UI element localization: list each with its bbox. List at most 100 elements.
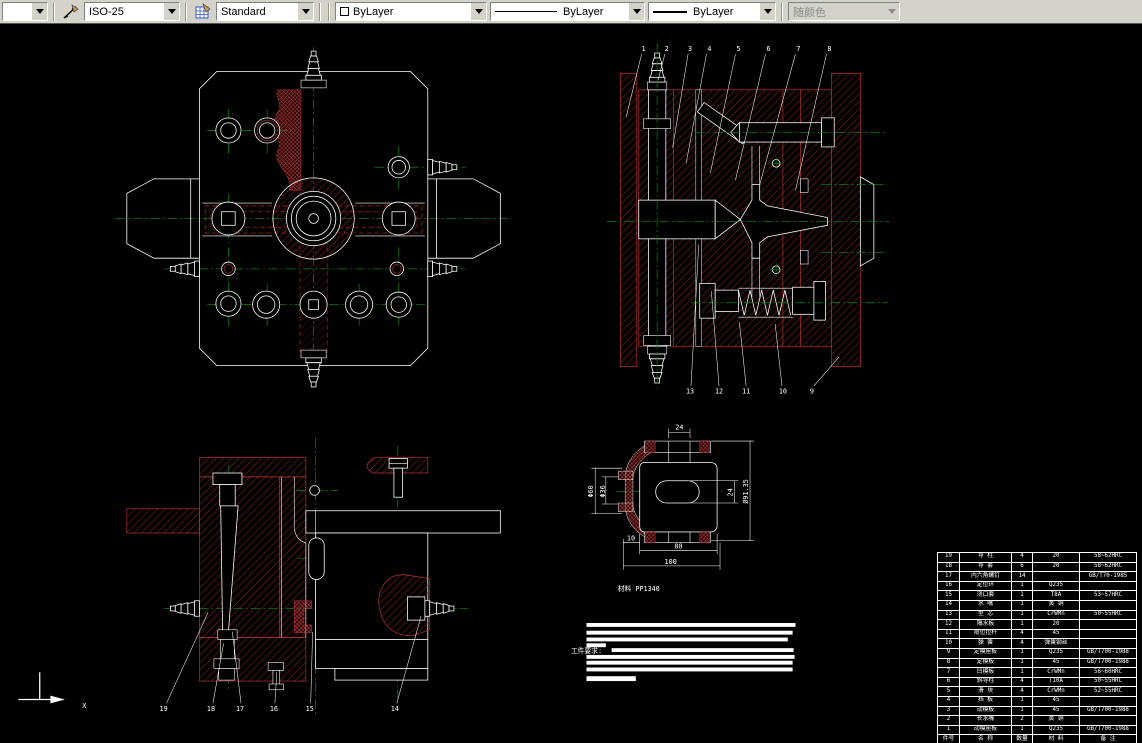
- notes-line: [586, 654, 795, 659]
- plot-style-value: 随颜色: [793, 6, 826, 19]
- drawing-text: 24: [727, 488, 735, 496]
- parts-table: 19 导 柱 4 20 58~62HRC 18 导 套 6 20 58~62HRC 17 内六角螺钉 1…: [937, 552, 1137, 743]
- hose-fitting-icon: [305, 50, 322, 81]
- toolbar-separator: [185, 2, 187, 21]
- table-row: 18 导 套 6 20 58~62HRC: [937, 561, 1137, 573]
- hose-fitting-icon: [427, 159, 458, 176]
- table-style-value: Standard: [221, 5, 266, 18]
- drawing-text: Φ36: [599, 485, 607, 497]
- table-row: 5滑 块 4 CrWMn 52~55HRC: [937, 686, 1137, 697]
- plot-style-combo: 随颜色: [788, 2, 900, 21]
- table-row: 4挡 板 1 45: [937, 695, 1137, 707]
- dim-style-button[interactable]: [60, 2, 81, 21]
- hose-fitting-icon: [169, 600, 200, 617]
- drawing-text: X: [82, 702, 87, 710]
- ucs-icon: [18, 672, 65, 704]
- notes-line: [586, 630, 793, 635]
- toolbar: ISO-25 Standard ByLayer ByLayer ByLayer …: [0, 0, 1142, 24]
- dimension-style-icon: [63, 3, 79, 19]
- drawing-text: 6: [766, 45, 770, 53]
- notes-line: [586, 660, 793, 665]
- drawing-text: 19: [160, 705, 168, 713]
- drawing-text: 18: [207, 705, 215, 713]
- drawing-text: Φ60: [587, 485, 595, 497]
- toolbar-separator: [781, 2, 783, 21]
- drawing-text: 2: [665, 45, 669, 53]
- text-style-combo[interactable]: [2, 2, 48, 21]
- drawing-text: 工件要求:: [571, 646, 602, 655]
- color-swatch: [340, 7, 349, 16]
- dim-style-value: ISO-25: [89, 5, 124, 18]
- toolbar-separator: [328, 2, 330, 21]
- chevron-down-icon[interactable]: [32, 3, 47, 20]
- table-row: 8 定模板 1 45 GB/T700-1988: [937, 657, 1137, 669]
- hose-fitting-icon: [427, 260, 458, 277]
- lineweight-sample: [653, 10, 687, 13]
- section-view: [606, 43, 890, 388]
- chevron-down-icon[interactable]: [629, 3, 644, 20]
- lower-section-view: [126, 438, 501, 715]
- notes-line: [586, 667, 793, 672]
- drawing-text: 17: [236, 705, 244, 713]
- linetype-combo[interactable]: ByLayer: [490, 2, 645, 21]
- chevron-down-icon[interactable]: [760, 3, 775, 20]
- table-row: 14 水 嘴1黄 铜: [937, 599, 1137, 611]
- drawing-text: 10: [627, 535, 635, 543]
- drawing-text: 材料 PP1340: [618, 584, 660, 593]
- part-detail-view: [591, 428, 754, 570]
- notes-line: [586, 676, 636, 682]
- drawing-text: 8: [827, 45, 831, 53]
- drawing-text: 10: [779, 388, 787, 396]
- chevron-down-icon[interactable]: [471, 3, 486, 20]
- drawing-text: 4: [707, 45, 711, 53]
- color-combo[interactable]: ByLayer: [335, 2, 487, 21]
- table-row: 19 导 柱 4 20 58~62HRC: [937, 552, 1137, 563]
- drawing-canvas[interactable]: 1 2 3 4 5 6 7 8 13 12 11 10 9 19 18 17 16 15 14 24 Φ60 Φ36 24 Ø…: [0, 24, 1142, 743]
- table-row: 1 动模座板 1 Q235 GB/T700-1988: [937, 724, 1137, 736]
- chevron-down-icon[interactable]: [164, 3, 179, 20]
- drawing-text: 3: [688, 45, 692, 53]
- hose-fitting-icon: [424, 600, 455, 617]
- chevron-down-icon: [884, 3, 899, 20]
- hose-fitting-icon: [305, 357, 322, 388]
- notes-line: [611, 648, 794, 653]
- drawing-text: 15: [306, 705, 314, 713]
- drawing-text: 1: [642, 45, 646, 53]
- toolbar-separator: [53, 2, 55, 21]
- table-style-button[interactable]: [192, 2, 213, 21]
- drawing-text: 5: [736, 45, 740, 53]
- drawing-text: 80: [674, 542, 682, 550]
- table-style-icon: [195, 2, 211, 18]
- table-row: 9 定模座板 1 Q235 GB/T700-1988: [937, 647, 1137, 659]
- table-style-combo[interactable]: Standard: [216, 2, 314, 21]
- autocad-window: ISO-25 Standard ByLayer ByLayer ByLayer …: [0, 0, 1142, 743]
- lineweight-combo[interactable]: ByLayer: [648, 2, 776, 21]
- linetype-value: ByLayer: [563, 5, 604, 18]
- drawing-text: 24: [675, 423, 683, 431]
- table-row: 13 型 芯 1 CrWMn 50~55HRC: [937, 609, 1137, 621]
- drawing-text: 100: [665, 558, 677, 566]
- parts-table-body: 19 导 柱 4 20 58~62HRC 18 导 套 6 20 58~62HRC 17 内六角螺钉 1…: [937, 552, 1137, 743]
- table-row: 11 限位拉杆 4 45: [937, 628, 1137, 640]
- balloon-leader: [813, 356, 840, 387]
- drawing-text: 9: [810, 388, 814, 396]
- drawing-text: 11: [742, 388, 750, 396]
- table-row: 16 定位环 1 Q235: [937, 580, 1137, 592]
- drawing-text: 14: [391, 705, 399, 713]
- table-row: 2 长水嘴 2 黄 铜: [937, 715, 1137, 726]
- balloon-leader: [310, 631, 313, 704]
- notes-line: [586, 623, 796, 627]
- table-row: 17 内六角螺钉 14 GB/T70-1985: [937, 571, 1137, 582]
- dim-style-combo[interactable]: ISO-25: [84, 2, 180, 21]
- chevron-down-icon[interactable]: [298, 3, 313, 20]
- toolbar-separator: [319, 2, 321, 21]
- drawing-text: 16: [270, 705, 278, 713]
- table-row: 3 动模板 1 45 GB/T700-1988: [937, 705, 1137, 717]
- table-row: 15 浇口套 1 T8A 53~57HRC: [937, 590, 1137, 601]
- table-row: 6 斜导柱 4 T10A 50~55HRC: [937, 676, 1137, 688]
- technical-notes: [586, 623, 796, 682]
- drawing-text: 13: [686, 388, 694, 396]
- drawing-text: Ø91.35: [742, 479, 750, 503]
- color-value: ByLayer: [353, 5, 394, 18]
- lineweight-value: ByLayer: [693, 5, 734, 18]
